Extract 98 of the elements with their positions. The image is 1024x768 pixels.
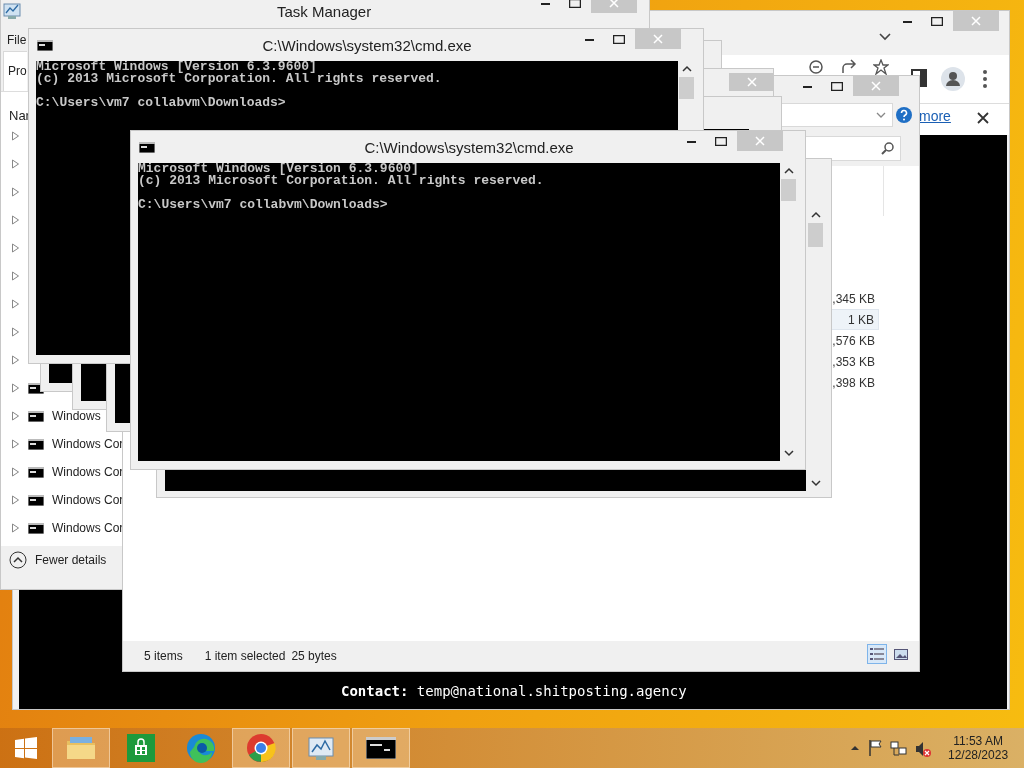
clock[interactable]: 11:53 AM 12/28/2023 (948, 734, 1009, 762)
maximize-icon (831, 81, 843, 91)
fewer-details-link[interactable]: Fewer details (35, 551, 107, 569)
expand-arrow-icon[interactable] (11, 467, 20, 477)
scroll-up-icon[interactable] (783, 167, 794, 175)
expand-arrow-icon[interactable] (11, 271, 20, 281)
profile-avatar-icon[interactable] (941, 67, 965, 91)
share-icon[interactable] (841, 59, 857, 75)
process-name[interactable]: Windows (52, 407, 101, 425)
console-icon (28, 522, 44, 534)
expand-arrow-icon[interactable] (11, 383, 20, 393)
circle-logo-icon (246, 733, 276, 763)
expand-arrow-icon[interactable] (11, 243, 20, 253)
status-text: 25 bytes (291, 648, 337, 665)
scroll-up-icon[interactable] (810, 211, 821, 219)
expand-arrow-icon[interactable] (11, 327, 20, 337)
console-prompt: C:\Users\vm7 collabvm\Downloads> (36, 97, 287, 109)
menu-item[interactable]: File (7, 31, 27, 53)
scrollbar-thumb[interactable] (808, 223, 823, 247)
learn-more-link[interactable]: more (919, 106, 951, 127)
chevron-down-icon[interactable] (879, 33, 891, 41)
expand-arrow-icon[interactable] (11, 299, 20, 309)
console-icon (37, 40, 53, 51)
console-output-line: Microsoft Windows [Version 6.3.9600] (36, 61, 318, 73)
folder-icon (66, 735, 96, 761)
close-icon (747, 77, 757, 87)
expand-arrow-icon[interactable] (11, 355, 20, 365)
close-icon (755, 136, 765, 146)
console-icon (28, 438, 44, 450)
console-prompt: C:\Users\vm7 collabvm\Downloads> (138, 199, 389, 211)
file-size-cell-text: ,398 KB (831, 374, 876, 392)
console-output-line: Microsoft Windows [Version 6.3.9600] (138, 163, 420, 175)
file-size-cell-text: ,576 KB (831, 332, 876, 350)
maximize-icon (613, 34, 625, 44)
expand-arrow-icon[interactable] (11, 215, 20, 225)
shopping-bag-icon (127, 734, 155, 762)
contact-text: Contact: temp@national.shitposting.agency (341, 682, 687, 701)
console-icon (139, 142, 155, 153)
close-icon (971, 16, 981, 26)
process-name[interactable]: Windows Cor (52, 435, 124, 453)
status-text: 5 items (144, 648, 183, 665)
side-panel-icon[interactable] (911, 69, 927, 87)
console-output-line: (c) 2013 Microsoft Corporation. All rights reserved. (138, 175, 545, 187)
scroll-down-icon[interactable] (783, 449, 794, 457)
monitor-icon (3, 1, 21, 19)
caret-up-icon[interactable] (850, 744, 860, 752)
process-name[interactable]: Windows Cor (52, 463, 124, 481)
chevron-up-circle-icon[interactable] (9, 551, 27, 569)
scroll-down-icon[interactable] (810, 479, 821, 487)
swirl-icon (186, 733, 216, 763)
file-size-cell-text: ,345 KB (831, 290, 876, 308)
expand-arrow-icon[interactable] (11, 523, 20, 533)
close-icon (871, 81, 881, 91)
window-title: C:\Windows\system32\cmd.exe (363, 138, 575, 158)
status-text: 1 item selected (204, 648, 286, 665)
taskbar-button[interactable] (352, 728, 410, 768)
expand-arrow-icon[interactable] (11, 159, 20, 169)
close-icon[interactable] (977, 112, 989, 124)
search-icon (881, 142, 894, 155)
close-icon (653, 34, 663, 44)
zoom-out-icon[interactable] (808, 59, 824, 75)
maximize-icon (569, 0, 581, 8)
scrollbar-thumb[interactable] (781, 179, 796, 201)
expand-arrow-icon[interactable] (11, 411, 20, 421)
console-output-line: (c) 2013 Microsoft Corporation. All rights reserved. (36, 73, 443, 85)
maximize-icon (931, 16, 943, 26)
scrollbar-thumb[interactable] (679, 77, 694, 99)
console-icon (366, 737, 396, 759)
search-field[interactable] (805, 136, 901, 161)
network-icon[interactable] (890, 739, 907, 757)
column-header[interactable]: Nar (9, 106, 30, 126)
file-size-cell-text: ,353 KB (831, 353, 876, 371)
window-title: C:\Windows\system32\cmd.exe (261, 36, 473, 56)
star-icon[interactable] (873, 59, 889, 75)
flag-icon[interactable] (868, 739, 882, 757)
maximize-icon (715, 136, 727, 146)
monitor-chart-icon (307, 735, 335, 761)
process-name[interactable]: Windows Cor (52, 491, 124, 509)
scroll-up-icon[interactable] (681, 65, 692, 73)
tab[interactable]: Pro (3, 51, 27, 91)
expand-arrow-icon[interactable] (11, 187, 20, 197)
details-view-icon (870, 647, 884, 661)
windows-logo-icon (15, 737, 37, 759)
expand-arrow-icon[interactable] (11, 439, 20, 449)
menu-icon[interactable] (982, 69, 988, 89)
console-icon (28, 494, 44, 506)
minimize-icon (540, 0, 550, 7)
expand-arrow-icon[interactable] (11, 131, 20, 141)
expand-arrow-icon[interactable] (11, 495, 20, 505)
image-icon (894, 647, 908, 661)
console-icon (28, 466, 44, 478)
window-title: Task Manager (277, 2, 372, 22)
close-icon (609, 0, 619, 8)
view-toggle-button[interactable] (867, 644, 887, 664)
process-name[interactable]: Windows Cor (52, 519, 124, 537)
console-icon (28, 410, 44, 422)
dropdown-icon[interactable] (876, 111, 886, 119)
help-icon[interactable] (896, 107, 912, 123)
